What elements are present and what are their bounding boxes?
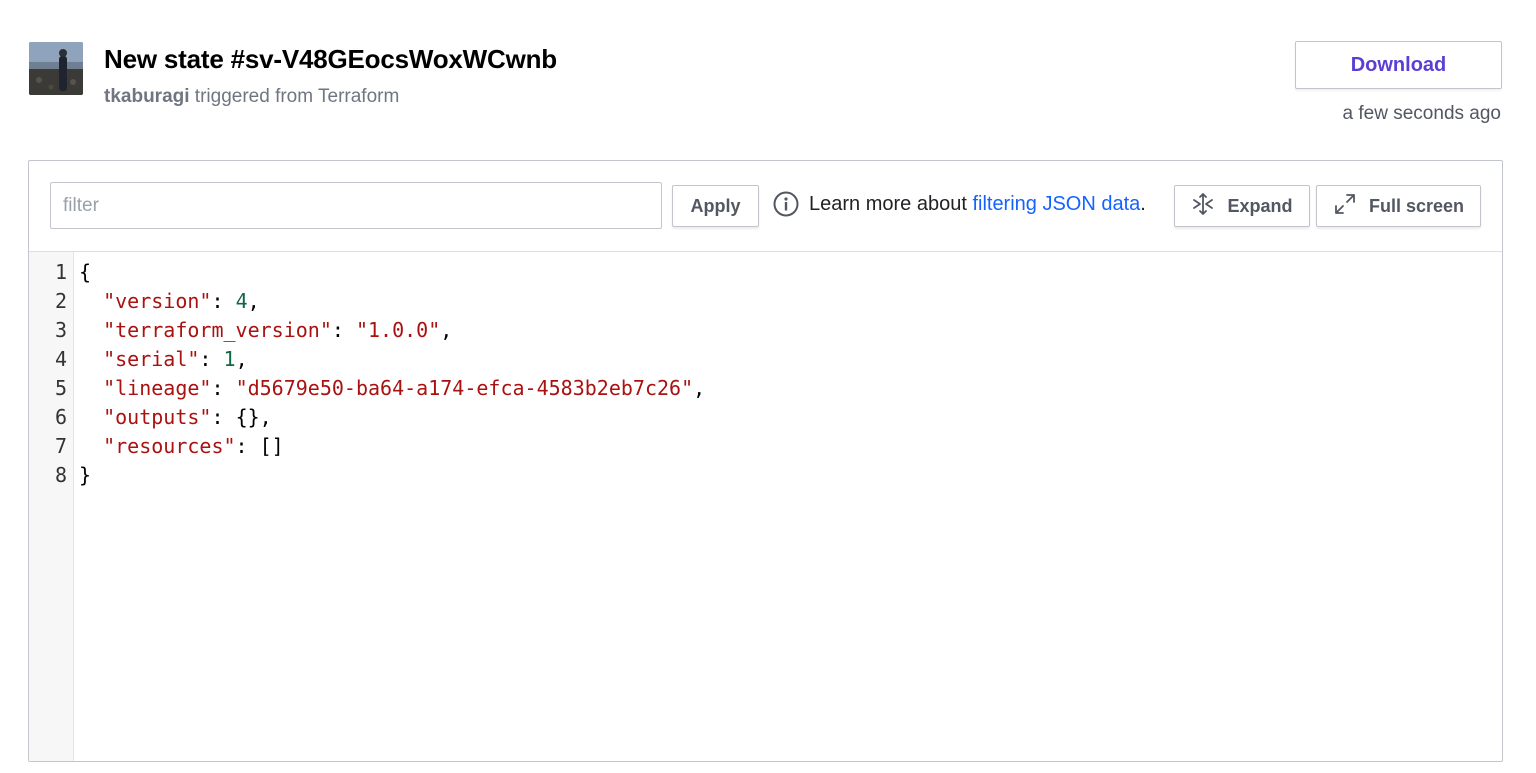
json-key: "serial": [103, 347, 200, 371]
line-number: 8: [54, 463, 67, 487]
fullscreen-label: Full screen: [1368, 195, 1465, 216]
json-sep: :: [199, 347, 224, 371]
expand-button[interactable]: Expand: [1174, 185, 1310, 227]
line-number: 4: [54, 347, 67, 371]
line-number: 6: [54, 405, 67, 429]
line-text: {: [79, 260, 92, 284]
code-line: 1 {: [29, 258, 91, 287]
line-number: 2: [54, 289, 67, 313]
trigger-text: triggered from Terraform: [189, 86, 400, 107]
filtering-json-link[interactable]: filtering JSON data: [972, 193, 1140, 215]
json-punct: ,: [247, 289, 260, 313]
json-editor[interactable]: 1 { 2 "version": 4, 3 "terraform_version…: [29, 252, 1502, 761]
avatar: [29, 42, 83, 95]
code-line: 6 "outputs": {},: [29, 403, 272, 432]
json-punct: ,: [235, 347, 248, 371]
json-value: 4: [235, 289, 248, 313]
json-value: 1: [223, 347, 236, 371]
code-line: 2 "version": 4,: [29, 287, 260, 316]
json-sep: :: [211, 405, 236, 429]
json-value: "1.0.0": [355, 318, 441, 342]
code-line: 5 "lineage": "d5679e50-ba64-a174-efca-45…: [29, 374, 705, 403]
json-value: "d5679e50-ba64-a174-efca-4583b2eb7c26": [235, 376, 694, 400]
viewer-toolbar: Apply Learn more about filtering JSON da…: [29, 161, 1502, 252]
expand-icon: [1191, 192, 1215, 221]
json-punct: ,: [259, 405, 272, 429]
line-number: 1: [54, 260, 67, 284]
line-number: 5: [54, 376, 67, 400]
code-line: 4 "serial": 1,: [29, 345, 248, 374]
json-key: "resources": [103, 434, 236, 458]
filter-input[interactable]: [50, 182, 662, 229]
download-button[interactable]: Download: [1295, 41, 1502, 89]
json-key: "terraform_version": [103, 318, 332, 342]
line-number: 3: [54, 318, 67, 342]
code-line: 7 "resources": []: [29, 432, 284, 461]
line-number: 7: [54, 434, 67, 458]
json-key: "lineage": [103, 376, 212, 400]
json-value: []: [259, 434, 284, 458]
timestamp: a few seconds ago: [1342, 103, 1501, 124]
json-sep: :: [235, 434, 260, 458]
trigger-info: tkaburagi triggered from Terraform: [104, 86, 399, 108]
info-icon: [773, 191, 799, 217]
json-key: "outputs": [103, 405, 212, 429]
fullscreen-icon: [1333, 192, 1357, 221]
help-suffix: .: [1140, 192, 1146, 215]
page-title: New state #sv-V48GEocsWoxWCwnb: [104, 44, 557, 74]
json-punct: ,: [693, 376, 706, 400]
filter-help: Learn more about filtering JSON data.: [773, 191, 1146, 217]
help-text: Learn more about: [809, 192, 973, 215]
code-line: 3 "terraform_version": "1.0.0",: [29, 316, 452, 345]
apply-label: Apply: [690, 195, 741, 216]
json-sep: :: [211, 289, 236, 313]
line-text: }: [79, 463, 92, 487]
json-punct: ,: [440, 318, 453, 342]
json-key: "version": [103, 289, 212, 313]
fullscreen-button[interactable]: Full screen: [1316, 185, 1481, 227]
apply-button[interactable]: Apply: [672, 185, 759, 227]
state-viewer-panel: Apply Learn more about filtering JSON da…: [28, 160, 1503, 762]
expand-label: Expand: [1227, 195, 1293, 216]
json-sep: :: [331, 318, 356, 342]
user-link[interactable]: tkaburagi: [104, 86, 190, 107]
code-line: 8 }: [29, 461, 91, 490]
json-sep: :: [211, 376, 236, 400]
json-value: {}: [235, 405, 260, 429]
